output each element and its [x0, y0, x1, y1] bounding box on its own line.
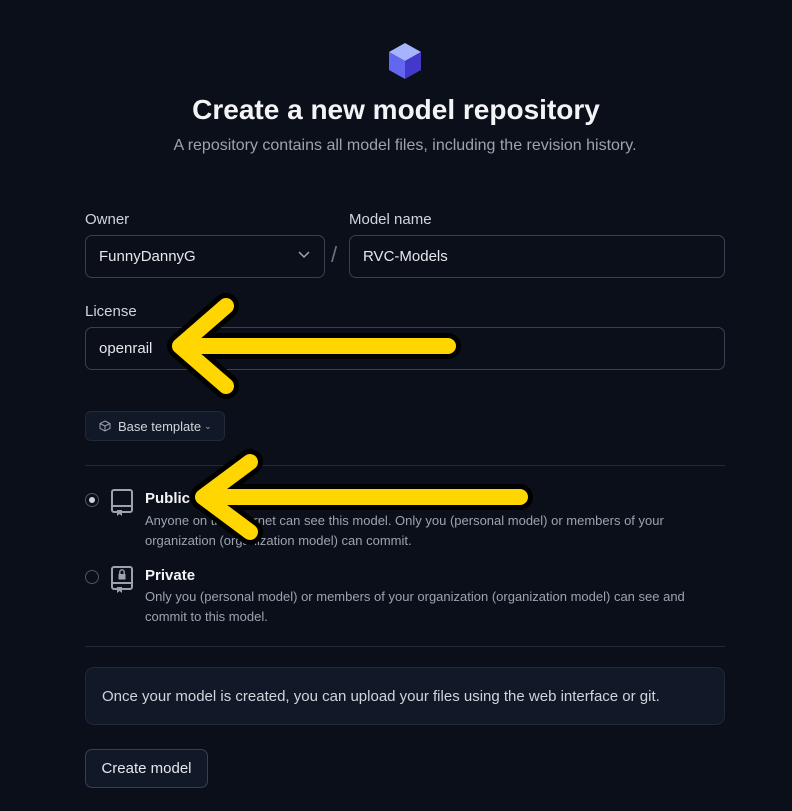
page-subtitle: A repository contains all model files, i… — [173, 137, 637, 154]
owner-select[interactable]: FunnyDannyG — [85, 235, 325, 278]
lock-book-icon — [111, 566, 133, 593]
cube-logo-icon — [389, 43, 421, 79]
public-description: Anyone on the internet can see this mode… — [145, 513, 664, 548]
chevron-down-icon — [298, 251, 310, 259]
base-template-label: Base template — [118, 418, 202, 434]
create-repo-page: Create a new model repository A reposito… — [0, 0, 792, 811]
create-model-label: Create model — [101, 760, 192, 777]
divider — [85, 646, 725, 647]
model-name-value: RVC-Models — [363, 248, 448, 265]
create-model-button[interactable]: Create model — [85, 749, 208, 788]
public-radio[interactable] — [85, 493, 99, 507]
public-title: Public — [145, 490, 191, 507]
model-name-input[interactable]: RVC-Models — [349, 235, 725, 278]
base-template-button[interactable]: Base template ⌄ — [85, 411, 225, 441]
page-title: Create a new model repository — [192, 94, 600, 125]
book-icon — [111, 489, 133, 516]
private-title: Private — [145, 567, 196, 584]
license-value: openrail — [99, 340, 153, 357]
private-radio[interactable] — [85, 570, 99, 584]
private-description: Only you (personal model) or members of … — [145, 589, 685, 624]
owner-label: Owner — [85, 211, 130, 228]
model-name-label: Model name — [349, 211, 432, 228]
owner-value: FunnyDannyG — [99, 248, 196, 265]
owner-model-separator: / — [331, 242, 338, 267]
license-label: License — [85, 303, 137, 320]
info-box: Once your model is created, you can uplo… — [85, 667, 725, 725]
caret-down-icon: ⌄ — [204, 420, 212, 431]
info-text: Once your model is created, you can uplo… — [102, 687, 660, 705]
divider — [85, 465, 725, 466]
license-input[interactable]: openrail — [85, 327, 725, 370]
cube-outline-icon — [99, 420, 111, 432]
